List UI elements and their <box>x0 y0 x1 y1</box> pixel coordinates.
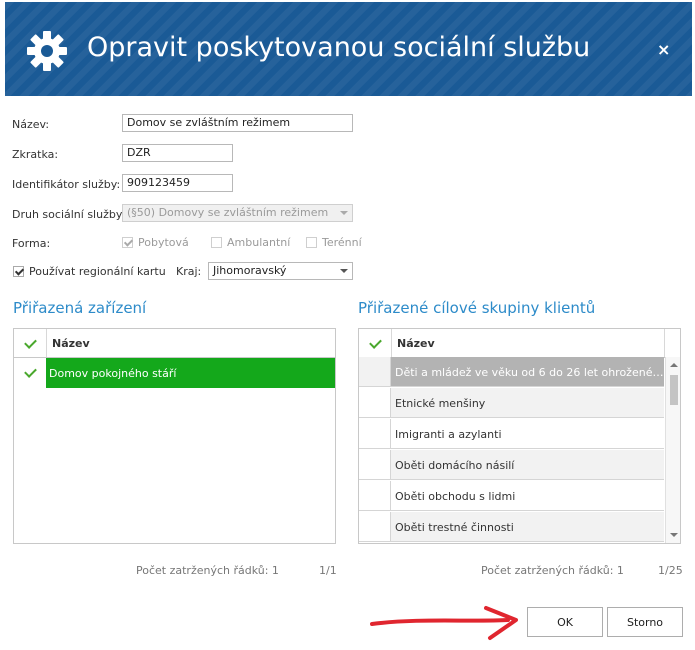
right-panel-title: Přiřazené cílové skupiny klientů <box>358 299 596 317</box>
right-footer-page: 1/25 <box>658 564 683 577</box>
row-label: Etnické menšiny <box>395 397 486 410</box>
header-divider <box>664 329 665 357</box>
kraj-select-value: Jihomoravský <box>213 264 287 277</box>
check-icon <box>24 336 37 349</box>
right-grid-select-all[interactable] <box>359 329 392 357</box>
left-grid-header: Název <box>14 329 335 358</box>
row-checkbox[interactable] <box>359 450 391 479</box>
scrollbar-thumb[interactable] <box>670 375 678 405</box>
kraj-select[interactable]: Jihomoravský <box>208 262 353 280</box>
row-label: Oběti trestné činnosti <box>395 521 514 534</box>
row-checkbox[interactable] <box>359 419 391 448</box>
ok-button[interactable]: OK <box>527 607 603 637</box>
table-row[interactable]: Oběti domácího násilí <box>359 450 664 480</box>
table-row[interactable]: Etnické menšiny <box>359 388 664 418</box>
kraj-label: Kraj: <box>176 265 202 278</box>
forma-terenni-checkbox <box>306 237 317 248</box>
cancel-button[interactable]: Storno <box>607 607 683 637</box>
scroll-up-icon[interactable] <box>670 363 678 367</box>
table-row[interactable]: Děti a mládež ve věku od 6 do 26 let ohr… <box>359 357 664 387</box>
druh-select-value: (§50) Domovy se zvláštním režimem <box>127 206 329 219</box>
druh-select: (§50) Domovy se zvláštním režimem <box>122 204 353 222</box>
row-checkbox[interactable] <box>359 512 391 541</box>
right-grid-column-nazev[interactable]: Název <box>397 337 435 350</box>
druh-label: Druh sociální služby: <box>12 208 126 221</box>
forma-terenni-label: Terénní <box>322 236 362 249</box>
right-grid: Název Děti a mládež ve věku od 6 do 26 l… <box>358 328 681 544</box>
row-label: Oběti domácího násilí <box>395 459 515 472</box>
table-row[interactable]: Oběti trestné činnosti <box>359 512 664 542</box>
row-checkbox[interactable] <box>359 357 391 386</box>
check-icon <box>24 365 37 378</box>
zkratka-field[interactable]: DZR <box>122 144 233 162</box>
red-arrow-icon <box>370 606 518 640</box>
row-checkbox[interactable] <box>14 357 46 387</box>
forma-pobytova-checkbox <box>122 237 133 248</box>
chevron-down-icon <box>340 269 348 273</box>
identifikator-label: Identifikátor služby: <box>12 178 121 191</box>
left-grid: Název Domov pokojného stáří <box>13 328 336 544</box>
table-row[interactable]: Domov pokojného stáří <box>14 357 335 388</box>
left-panel-title: Přiřazená zařízení <box>13 299 147 317</box>
forma-pobytova-label: Pobytová <box>138 236 189 249</box>
identifikator-field[interactable]: 909123459 <box>122 174 233 192</box>
forma-ambulantni-label: Ambulantní <box>227 236 291 249</box>
row-label: Děti a mládež ve věku od 6 do 26 let ohr… <box>395 366 664 379</box>
chevron-down-icon <box>340 211 348 215</box>
left-grid-select-all[interactable] <box>14 329 47 357</box>
right-footer-count: Počet zatržených řádků: 1 <box>481 564 624 577</box>
row-checkbox[interactable] <box>359 481 391 510</box>
nazev-field[interactable]: Domov se zvláštním režimem <box>122 114 353 132</box>
row-label: Domov pokojného stáří <box>49 367 177 380</box>
right-grid-header: Název <box>359 329 680 358</box>
dialog-titlebar: Opravit poskytovanou sociální službu × <box>5 2 692 96</box>
row-label: Imigranti a azylanti <box>395 428 502 441</box>
row-label: Oběti obchodu s lidmi <box>395 490 516 503</box>
forma-label: Forma: <box>12 237 51 250</box>
gear-icon <box>27 31 67 71</box>
regional-card-checkbox[interactable] <box>13 266 24 277</box>
nazev-label: Název: <box>12 118 50 131</box>
left-footer-page: 1/1 <box>319 564 337 577</box>
scroll-down-icon[interactable] <box>670 533 678 537</box>
row-checkbox[interactable] <box>359 388 391 417</box>
left-footer-count: Počet zatržených řádků: 1 <box>136 564 279 577</box>
dialog-title: Opravit poskytovanou sociální službu <box>87 32 591 63</box>
vertical-scrollbar[interactable] <box>665 357 680 543</box>
table-row[interactable]: Imigranti a azylanti <box>359 419 664 449</box>
forma-ambulantni-checkbox <box>211 237 222 248</box>
left-grid-column-nazev[interactable]: Název <box>52 337 90 350</box>
check-icon <box>369 336 382 349</box>
close-icon[interactable]: × <box>657 40 670 59</box>
table-row[interactable]: Oběti obchodu s lidmi <box>359 481 664 511</box>
regional-card-label: Používat regionální kartu <box>29 265 166 278</box>
zkratka-label: Zkratka: <box>12 148 59 161</box>
